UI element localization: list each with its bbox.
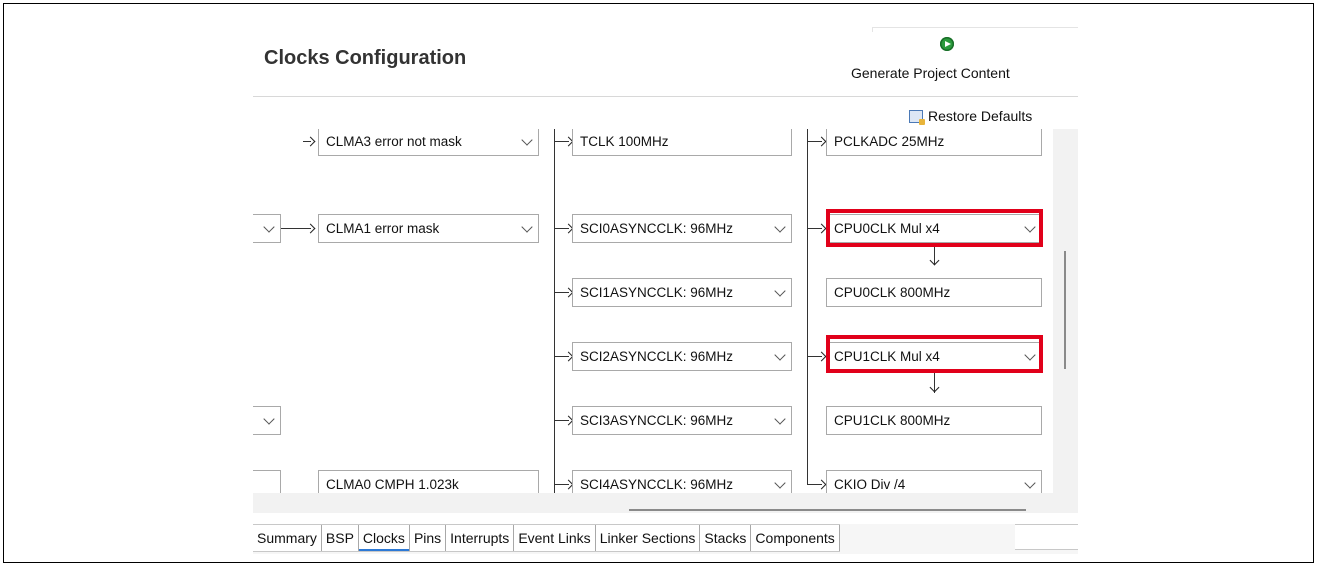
tab-pins[interactable]: Pins [410, 525, 447, 551]
clock-diagram-canvas: CLMA3 error not mask CLMA1 error mask CL… [253, 129, 1053, 493]
clma1-error-value: CLMA1 error mask [326, 221, 440, 236]
scrollbar-corner [1053, 493, 1078, 513]
chevron-down-icon [263, 413, 275, 425]
editor-tab-bar: Summary BSP Clocks Pins Interrupts Event… [253, 524, 840, 552]
restore-defaults-icon [909, 109, 925, 125]
sci4-async-clk-select[interactable]: SCI4ASYNCCLK: 96MHz [572, 470, 792, 493]
sci1-async-clk-value: SCI1ASYNCCLK: 96MHz [580, 285, 734, 300]
sci1-async-clk-select[interactable]: SCI1ASYNCCLK: 96MHz [572, 278, 792, 307]
arrow-down-icon [929, 382, 940, 393]
arrow-right-icon [816, 136, 827, 147]
ckio-div-select[interactable]: CKIO Div /4 [826, 470, 1042, 493]
arrow-right-icon [816, 223, 827, 234]
arrow-down-icon [929, 255, 940, 266]
tab-clocks[interactable]: Clocks [359, 525, 410, 551]
sci0-async-clk-select[interactable]: SCI0ASYNCCLK: 96MHz [572, 214, 792, 243]
cpu1clk-output-value: CPU1CLK 800MHz [834, 413, 951, 428]
chevron-down-icon [521, 221, 533, 233]
tclk-output: TCLK 100MHz [572, 129, 792, 156]
tab-bsp[interactable]: BSP [322, 525, 359, 551]
arrow-right-icon [305, 136, 316, 147]
tab-event-links[interactable]: Event Links [514, 525, 596, 551]
arrow-right-icon [816, 479, 827, 490]
arrow-right-icon [816, 351, 827, 362]
chevron-down-icon [1024, 477, 1036, 489]
cpu0clk-mul-value: CPU0CLK Mul x4 [834, 221, 940, 236]
chevron-down-icon [1024, 221, 1036, 233]
clma0-cmph-output: CLMA0 CMPH 1.023k [318, 470, 539, 493]
tab-stacks[interactable]: Stacks [700, 525, 752, 551]
chevron-down-icon [774, 221, 786, 233]
tab-interrupts[interactable]: Interrupts [446, 525, 515, 551]
header-divider [253, 96, 1078, 97]
cpu0clk-mul-select[interactable]: CPU0CLK Mul x4 [826, 214, 1042, 243]
sci2-async-clk-select[interactable]: SCI2ASYNCCLK: 96MHz [572, 342, 792, 371]
clma3-error-select[interactable]: CLMA3 error not mask [318, 129, 539, 156]
sci3-async-clk-value: SCI3ASYNCCLK: 96MHz [580, 413, 734, 428]
offscreen-select-1[interactable] [253, 214, 281, 243]
chevron-down-icon [521, 134, 533, 146]
clocks-configuration-panel: Clocks Configuration Generate Project Co… [253, 27, 1078, 554]
chevron-down-icon [774, 413, 786, 425]
cpu0clk-output-value: CPU0CLK 800MHz [834, 285, 951, 300]
cpu1clk-output: CPU1CLK 800MHz [826, 406, 1042, 435]
offscreen-select-2[interactable] [253, 406, 281, 435]
chevron-down-icon [774, 477, 786, 489]
chevron-down-icon [774, 349, 786, 361]
horizontal-scrollbar-thumb[interactable] [629, 509, 1026, 511]
cpu0clk-output: CPU0CLK 800MHz [826, 278, 1042, 307]
tab-bar-filler [1015, 524, 1078, 550]
sci3-async-clk-select[interactable]: SCI3ASYNCCLK: 96MHz [572, 406, 792, 435]
restore-defaults-label: Restore Defaults [928, 108, 1033, 124]
page-title: Clocks Configuration [264, 47, 467, 69]
chevron-down-icon [263, 221, 275, 233]
restore-defaults-button[interactable]: Restore Defaults [909, 107, 1032, 125]
clma0-cmph-value: CLMA0 CMPH 1.023k [326, 477, 459, 492]
tab-components[interactable]: Components [751, 525, 840, 551]
mid-bus-line [554, 129, 555, 493]
chevron-down-icon [1024, 349, 1036, 361]
sci2-async-clk-value: SCI2ASYNCCLK: 96MHz [580, 349, 734, 364]
cpu1clk-mul-select[interactable]: CPU1CLK Mul x4 [826, 342, 1042, 371]
vertical-scrollbar-thumb[interactable] [1064, 251, 1066, 369]
sci4-async-clk-value: SCI4ASYNCCLK: 96MHz [580, 477, 734, 492]
arrow-right-icon [305, 223, 316, 234]
offscreen-box-3 [253, 470, 281, 493]
sci0-async-clk-value: SCI0ASYNCCLK: 96MHz [580, 221, 734, 236]
pclkadc-output: PCLKADC 25MHz [826, 129, 1042, 156]
tab-linker-sections[interactable]: Linker Sections [596, 525, 701, 551]
header-tab-flap [872, 27, 1078, 32]
right-bus-line [807, 129, 808, 485]
clma1-error-select[interactable]: CLMA1 error mask [318, 214, 539, 243]
tclk-value: TCLK 100MHz [580, 134, 669, 149]
play-circle-icon[interactable] [940, 37, 954, 51]
chevron-down-icon [774, 285, 786, 297]
pclkadc-value: PCLKADC 25MHz [834, 134, 945, 149]
cpu1clk-mul-value: CPU1CLK Mul x4 [834, 349, 940, 364]
tab-summary[interactable]: Summary [253, 525, 322, 551]
ckio-div-value: CKIO Div /4 [834, 477, 906, 492]
clma3-error-value: CLMA3 error not mask [326, 134, 462, 149]
panel-header: Clocks Configuration Generate Project Co… [253, 27, 1078, 97]
generate-project-content-button[interactable]: Generate Project Content [851, 65, 1010, 81]
